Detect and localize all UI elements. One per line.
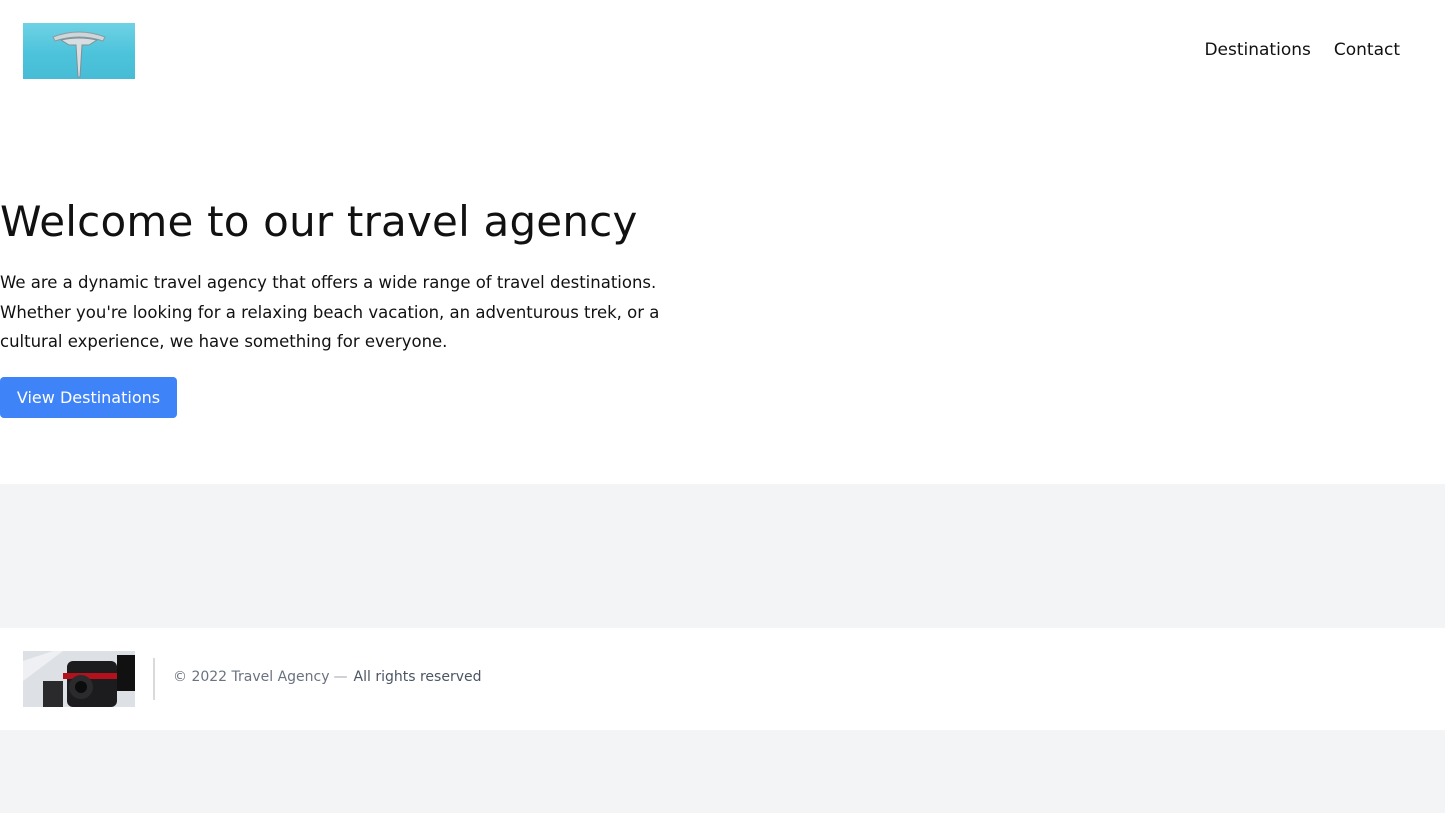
nav-link-contact[interactable]: Contact [1334, 38, 1400, 62]
footer-divider [153, 658, 155, 700]
site-footer: © 2022 Travel Agency — All rights reserved [0, 628, 1445, 730]
logo-link[interactable] [23, 23, 135, 79]
hero-title: Welcome to our travel agency [0, 197, 638, 246]
copyright-separator: — [333, 669, 348, 685]
page: Destinations Contact Welcome to our trav… [0, 0, 1445, 813]
hero-description: We are a dynamic travel agency that offe… [0, 273, 660, 351]
camera-lens-photo [23, 651, 135, 707]
footer-copyright: © 2022 Travel Agency — All rights reserved [173, 667, 482, 687]
view-destinations-button[interactable]: View Destinations [0, 377, 177, 418]
rights-text: All rights reserved [353, 669, 482, 685]
footer-image [23, 651, 135, 707]
copyright-text: © 2022 Travel Agency [173, 669, 330, 685]
hero-section: Welcome to our travel agency We are a dy… [0, 101, 1445, 484]
main-nav: Destinations Contact [1204, 38, 1400, 62]
nav-link-destinations[interactable]: Destinations [1204, 38, 1310, 62]
tesla-logo-icon [52, 31, 106, 78]
site-header: Destinations Contact [0, 0, 1445, 101]
